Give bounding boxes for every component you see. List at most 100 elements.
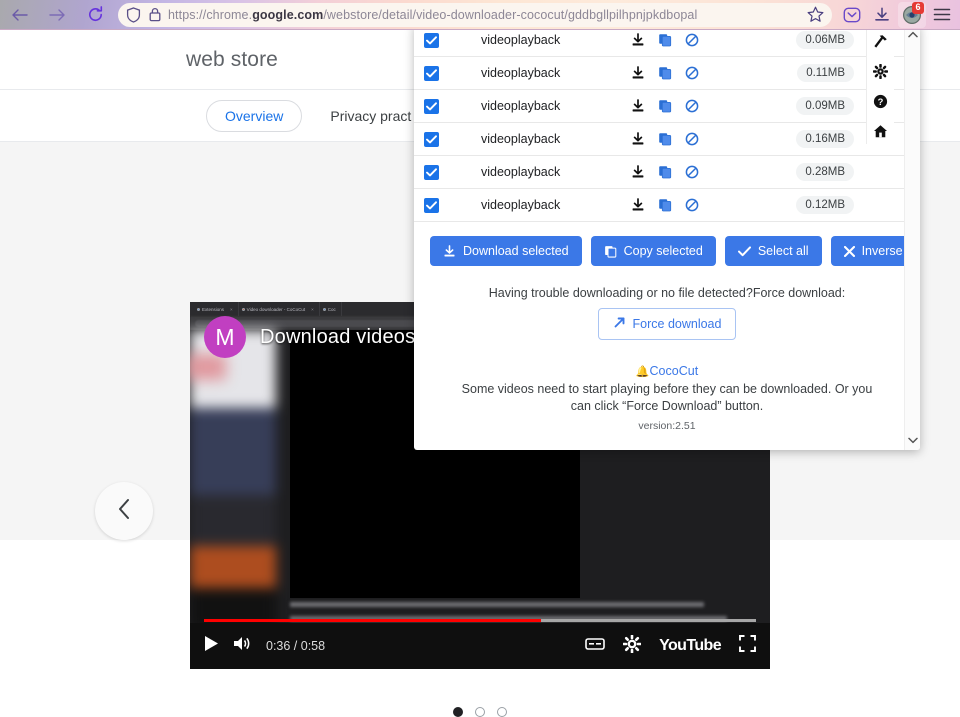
brand-line: 🔔CocoCut <box>414 340 920 378</box>
file-size: 0.12MB <box>796 196 854 214</box>
block-icon[interactable] <box>685 132 699 146</box>
file-name: videoplayback <box>481 198 561 212</box>
volume-icon[interactable] <box>233 635 252 657</box>
home-icon[interactable] <box>873 122 888 140</box>
hamburger-menu-icon[interactable] <box>928 2 956 28</box>
download-icon[interactable] <box>631 198 645 212</box>
popup-scrollbar[interactable] <box>904 24 920 450</box>
block-icon[interactable] <box>685 33 699 47</box>
download-icon[interactable] <box>631 33 645 47</box>
help-icon[interactable]: ? <box>873 92 888 110</box>
row-checkbox[interactable] <box>424 32 439 48</box>
downloads-icon[interactable] <box>868 2 896 28</box>
table-row[interactable]: videoplayback 0.28MB <box>414 156 920 189</box>
file-name: videoplayback <box>481 99 561 113</box>
cococut-extension-popup: videoplayback 0.06MB videoplayback 0.11M… <box>414 24 920 450</box>
copy-icon[interactable] <box>658 33 672 47</box>
chevron-left-icon <box>116 498 132 525</box>
copy-selected-button[interactable]: Copy selected <box>590 236 716 266</box>
bulk-actions-row: Download selected Copy selected Select a… <box>414 222 920 278</box>
copy-icon[interactable] <box>658 132 672 146</box>
file-size: 0.16MB <box>796 130 854 148</box>
row-checkbox[interactable] <box>424 65 439 81</box>
gear-icon[interactable] <box>622 634 642 658</box>
table-row[interactable]: videoplayback 0.09MB <box>414 90 920 123</box>
table-row[interactable]: videoplayback 0.12MB <box>414 189 920 222</box>
table-row[interactable]: videoplayback 0.16MB <box>414 123 920 156</box>
row-checkbox[interactable] <box>424 98 439 114</box>
inner-tab: Coc <box>320 302 342 316</box>
browser-actions: 6 <box>838 1 960 28</box>
file-size: 0.06MB <box>796 31 854 49</box>
forward-button[interactable] <box>44 2 70 28</box>
hammer-icon[interactable] <box>873 32 888 50</box>
carousel-dots <box>0 707 960 717</box>
file-size: 0.11MB <box>797 64 854 82</box>
extension-icon[interactable]: 6 <box>898 1 926 28</box>
download-icon[interactable] <box>631 165 645 179</box>
download-selected-button[interactable]: Download selected <box>430 236 582 266</box>
pocket-icon[interactable] <box>838 2 866 28</box>
file-name: videoplayback <box>481 132 561 146</box>
button-label: Download selected <box>463 244 569 258</box>
button-label: Copy selected <box>623 244 703 258</box>
download-icon[interactable] <box>631 66 645 80</box>
block-icon[interactable] <box>685 198 699 212</box>
lock-icon[interactable] <box>149 7 161 22</box>
download-icon[interactable] <box>631 99 645 113</box>
avatar: M <box>204 316 246 358</box>
inner-tab: Extensions × <box>194 302 239 316</box>
closed-captions-icon[interactable] <box>585 637 605 656</box>
tab-overview[interactable]: Overview <box>206 99 303 132</box>
force-download-button[interactable]: Force download <box>597 308 737 340</box>
inner-tab: Video downloader - CoCoCut × <box>239 302 320 316</box>
block-icon[interactable] <box>685 165 699 179</box>
file-name: videoplayback <box>481 33 561 47</box>
star-icon[interactable] <box>807 6 824 23</box>
arrow-up-right-icon <box>613 316 626 332</box>
file-size: 0.09MB <box>796 97 854 115</box>
bell-icon: 🔔 <box>635 366 650 378</box>
carousel-dot-1[interactable] <box>453 707 463 717</box>
reload-button[interactable] <box>82 2 108 28</box>
copy-icon[interactable] <box>658 66 672 80</box>
progress-track[interactable] <box>204 619 756 622</box>
copy-icon <box>604 245 617 258</box>
back-button[interactable] <box>6 2 32 28</box>
download-icon <box>443 244 456 258</box>
download-icon[interactable] <box>631 132 645 146</box>
block-icon[interactable] <box>685 99 699 113</box>
copy-icon[interactable] <box>658 165 672 179</box>
check-icon <box>737 245 751 257</box>
tab-privacy-practices[interactable]: Privacy pract <box>312 101 429 131</box>
row-checkbox[interactable] <box>424 164 439 180</box>
extension-badge-count: 6 <box>912 1 924 14</box>
cococut-link[interactable]: CocoCut <box>650 364 699 378</box>
carousel-prev-button[interactable] <box>95 482 153 540</box>
row-checkbox[interactable] <box>424 197 439 213</box>
play-icon[interactable] <box>204 635 219 657</box>
video-player-controls: 0:36 / 0:58 YouTube <box>190 623 770 669</box>
select-all-button[interactable]: Select all <box>724 236 822 266</box>
url-text[interactable]: https://chrome.google.com/webstore/detai… <box>168 8 807 22</box>
video-time-label: 0:36 / 0:58 <box>266 639 326 653</box>
button-label: Select all <box>757 244 809 258</box>
block-icon[interactable] <box>685 66 699 80</box>
shield-icon[interactable] <box>126 6 141 23</box>
carousel-dot-2[interactable] <box>475 707 485 717</box>
button-label: Force download <box>632 317 722 331</box>
carousel-dot-3[interactable] <box>497 707 507 717</box>
browser-toolbar: https://chrome.google.com/webstore/detai… <box>0 0 960 30</box>
address-bar[interactable]: https://chrome.google.com/webstore/detai… <box>118 2 832 27</box>
page-title: web store <box>186 47 278 71</box>
force-download-hint: Having trouble downloading or no file de… <box>488 286 846 300</box>
copy-icon[interactable] <box>658 198 672 212</box>
copy-icon[interactable] <box>658 99 672 113</box>
fullscreen-icon[interactable] <box>739 635 756 657</box>
file-name: videoplayback <box>481 165 561 179</box>
chevron-down-icon[interactable] <box>907 433 918 447</box>
gear-icon[interactable] <box>873 62 888 80</box>
row-checkbox[interactable] <box>424 131 439 147</box>
table-row[interactable]: videoplayback 0.11MB <box>414 57 920 90</box>
file-name: videoplayback <box>481 66 561 80</box>
